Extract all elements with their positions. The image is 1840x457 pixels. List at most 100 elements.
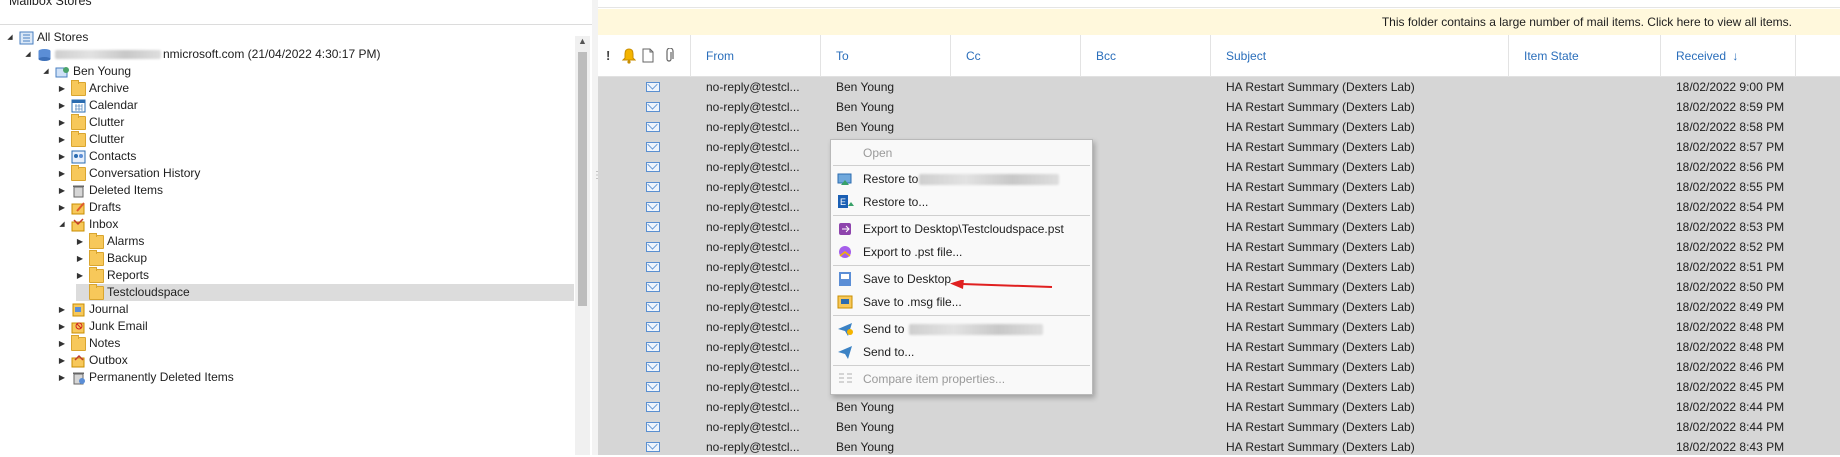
tree-item[interactable]: Testcloudspace [76, 284, 574, 301]
tree-item[interactable]: ▶ Clutter [0, 131, 575, 148]
document-icon[interactable] [642, 48, 654, 64]
expand-arrow-icon[interactable]: ▶ [56, 131, 68, 148]
message-row[interactable]: no-reply@testcl... HA Restart Summary (De… [598, 157, 1840, 177]
column-separator[interactable] [1508, 35, 1509, 77]
tree-item[interactable]: ▶ Outbox [0, 352, 575, 369]
tree-item[interactable]: ◢ Ben Young [0, 63, 575, 80]
message-row[interactable]: no-reply@testcl... Ben Young HA Restart Su… [598, 397, 1840, 417]
menu-item-compare[interactable]: Compare item properties... [831, 368, 1092, 390]
tree-item[interactable]: ◢ nmicrosoft.com (21/04/2022 4:30:17 PM) [0, 46, 575, 63]
expand-arrow-icon[interactable]: ▶ [56, 301, 68, 318]
menu-item-label: Open [863, 146, 893, 160]
tree-item[interactable]: ◢ Inbox [0, 216, 575, 233]
expand-arrow-icon[interactable]: ▶ [56, 80, 68, 97]
tree-item[interactable]: ◢ All Stores [0, 29, 575, 46]
column-separator[interactable] [820, 35, 821, 77]
expand-arrow-icon[interactable]: ▶ [56, 97, 68, 114]
expand-arrow-icon[interactable]: ▶ [56, 318, 68, 335]
cell-subject: HA Restart Summary (Dexters Lab) [1226, 140, 1415, 154]
collapse-arrow-icon[interactable]: ◢ [4, 29, 16, 46]
message-row[interactable]: no-reply@testcl... Ben Young HA Restart Su… [598, 417, 1840, 437]
message-row[interactable]: no-reply@testcl... HA Restart Summary (De… [598, 237, 1840, 257]
tree-item[interactable]: ▶ Alarms [0, 233, 575, 250]
menu-item-export-desktop-pst[interactable]: Export to Desktop\Testcloudspace.pst [831, 218, 1092, 240]
message-row[interactable]: no-reply@testcl... HA Restart Summary (De… [598, 297, 1840, 317]
collapse-arrow-icon[interactable]: ◢ [56, 216, 68, 233]
message-row[interactable]: no-reply@testcl... HA Restart Summary (De… [598, 357, 1840, 377]
expand-arrow-icon[interactable]: ▶ [56, 114, 68, 131]
menu-item-send-to[interactable]: Send to... [831, 341, 1092, 363]
column-separator[interactable] [1080, 35, 1081, 77]
column-separator[interactable] [950, 35, 951, 77]
tree-item[interactable]: ▶ Notes [0, 335, 575, 352]
expand-arrow-icon[interactable]: ▶ [74, 233, 86, 250]
column-separator[interactable] [1795, 35, 1796, 77]
tree-item-label: All Stores [37, 30, 89, 44]
message-row[interactable]: no-reply@testcl... HA Restart Summary (De… [598, 317, 1840, 337]
collapse-arrow-icon[interactable]: ◢ [22, 46, 34, 63]
tree-item[interactable]: ▶ Reports [0, 267, 575, 284]
column-cc[interactable]: Cc [966, 35, 981, 77]
attachment-icon[interactable] [664, 47, 674, 64]
tree-item[interactable]: ▶ Deleted Items [0, 182, 575, 199]
message-row[interactable]: no-reply@testcl... HA Restart Summary (De… [598, 177, 1840, 197]
message-row[interactable]: no-reply@testcl... HA Restart Summary (De… [598, 377, 1840, 397]
expand-arrow-icon[interactable]: ▶ [74, 267, 86, 284]
tree-scrollbar[interactable]: ▲ [575, 36, 590, 455]
importance-icon[interactable]: ! [606, 48, 610, 64]
menu-item-restore-to[interactable]: E Restore to... [831, 191, 1092, 213]
tree-item[interactable]: ▶ Contacts [0, 148, 575, 165]
tree-item[interactable]: ▶ Clutter [0, 114, 575, 131]
column-separator[interactable] [1210, 35, 1211, 77]
tree-item[interactable]: ▶ Permanently Deleted Items [0, 369, 575, 386]
tree-item[interactable]: ▶ Journal [0, 301, 575, 318]
message-row[interactable]: no-reply@testcl... HA Restart Summary (De… [598, 257, 1840, 277]
tree-item[interactable]: ▶ Conversation History [0, 165, 575, 182]
message-row[interactable]: no-reply@testcl... HA Restart Summary (De… [598, 337, 1840, 357]
cell-subject: HA Restart Summary (Dexters Lab) [1226, 260, 1415, 274]
expand-arrow-icon[interactable]: ▶ [56, 335, 68, 352]
expand-arrow-icon[interactable]: ▶ [56, 352, 68, 369]
envelope-icon [646, 122, 660, 132]
expand-arrow-icon[interactable]: ▶ [74, 250, 86, 267]
message-row[interactable]: no-reply@testcl... Ben Young HA Restart Su… [598, 437, 1840, 457]
scroll-up-icon[interactable]: ▲ [575, 36, 590, 50]
expand-arrow-icon[interactable]: ▶ [56, 369, 68, 386]
tree-item[interactable]: ▶ Drafts [0, 199, 575, 216]
message-row[interactable]: no-reply@testcl... HA Restart Summary (De… [598, 277, 1840, 297]
column-separator[interactable] [1660, 35, 1661, 77]
message-row[interactable]: no-reply@testcl... Ben Young HA Restart Su… [598, 77, 1840, 97]
tree-item[interactable]: ▶ Calendar [0, 97, 575, 114]
tree-item-label: Notes [89, 336, 121, 350]
column-received[interactable]: Received ↓ [1676, 35, 1738, 77]
menu-item-export-pst[interactable]: Export to .pst file... [831, 241, 1092, 263]
column-subject[interactable]: Subject [1226, 35, 1266, 77]
column-bcc[interactable]: Bcc [1096, 35, 1116, 77]
message-row[interactable]: no-reply@testcl... Ben Young HA Restart Su… [598, 117, 1840, 137]
tree-item[interactable]: ▶ Backup [0, 250, 575, 267]
column-item-state[interactable]: Item State [1524, 35, 1579, 77]
scrollbar-thumb[interactable] [578, 52, 587, 306]
message-row[interactable]: no-reply@testcl... HA Restart Summary (De… [598, 137, 1840, 157]
expand-arrow-icon[interactable]: ▶ [56, 148, 68, 165]
reminder-bell-icon[interactable] [621, 48, 637, 64]
expand-arrow-icon[interactable]: ▶ [56, 182, 68, 199]
tree-item[interactable]: ▶ Junk Email [0, 318, 575, 335]
message-row[interactable]: no-reply@testcl... HA Restart Summary (De… [598, 217, 1840, 237]
column-to[interactable]: To [836, 35, 849, 77]
menu-item-restore-to-user[interactable]: Restore to [831, 168, 1092, 190]
cell-received: 18/02/2022 8:44 PM [1676, 400, 1785, 414]
column-separator[interactable] [690, 35, 691, 77]
cell-received: 18/02/2022 8:58 PM [1676, 120, 1785, 134]
expand-arrow-icon[interactable]: ▶ [56, 165, 68, 182]
expand-arrow-icon[interactable]: ▶ [56, 199, 68, 216]
column-from[interactable]: From [706, 35, 734, 77]
search-bar[interactable] [598, 0, 1840, 8]
tree-item[interactable]: ▶ Archive [0, 80, 575, 97]
large-folder-infobar[interactable]: This folder contains a large number of m… [598, 9, 1840, 35]
message-row[interactable]: no-reply@testcl... HA Restart Summary (De… [598, 197, 1840, 217]
menu-item-send-to-user[interactable]: Send to [831, 318, 1092, 340]
message-row[interactable]: no-reply@testcl... Ben Young HA Restart Su… [598, 97, 1840, 117]
menu-item-open[interactable]: Open [831, 142, 1092, 164]
collapse-arrow-icon[interactable]: ◢ [40, 63, 52, 80]
